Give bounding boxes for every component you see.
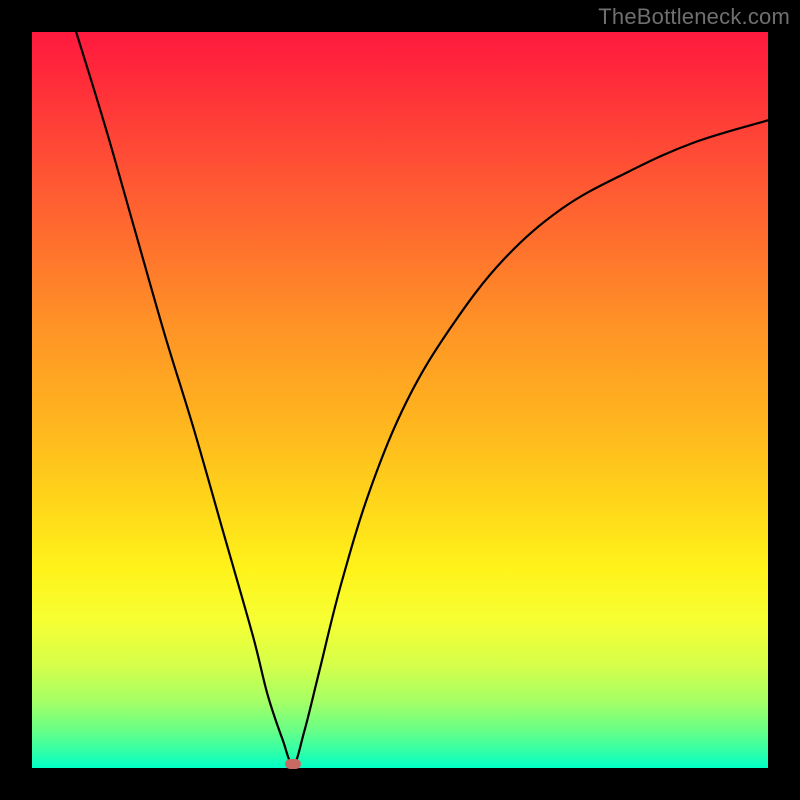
minimum-marker bbox=[285, 759, 301, 769]
plot-area bbox=[32, 32, 768, 768]
bottleneck-curve bbox=[32, 32, 768, 768]
chart-frame: TheBottleneck.com bbox=[0, 0, 800, 800]
watermark-text: TheBottleneck.com bbox=[598, 4, 790, 30]
